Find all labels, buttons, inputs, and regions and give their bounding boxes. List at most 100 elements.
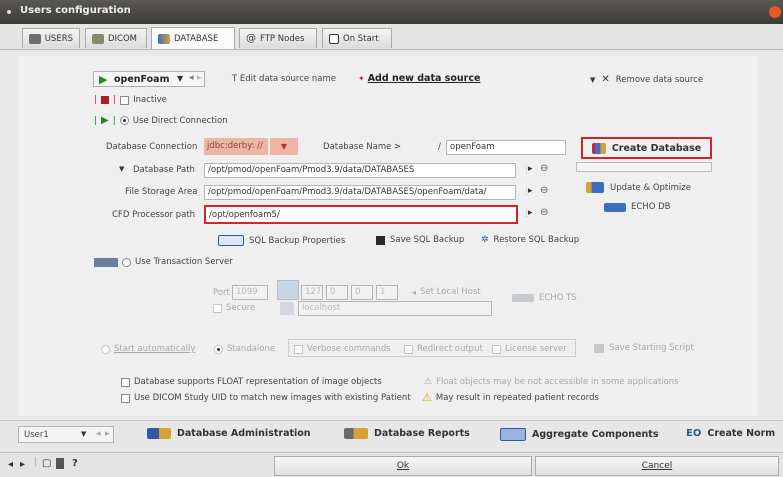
- redirect-option[interactable]: Redirect output: [404, 344, 483, 354]
- reset-icon[interactable]: ⊖: [540, 207, 548, 218]
- tab-users[interactable]: USERS: [22, 28, 80, 48]
- ok-button[interactable]: Ok: [274, 456, 532, 476]
- license-option[interactable]: License server: [492, 344, 567, 354]
- document-icon[interactable]: [56, 458, 64, 469]
- server-icon: [94, 257, 118, 267]
- db-connection-field[interactable]: jdbc:derby: //: [204, 138, 268, 155]
- transaction-server-radio[interactable]: [122, 257, 131, 267]
- dicom-uid-warning: ⚠ May result in repeated patient records: [422, 391, 599, 404]
- prev-arrow-icon[interactable]: ◂: [189, 73, 194, 83]
- standalone-radio[interactable]: [214, 344, 223, 354]
- restore-sql-backup-button[interactable]: ✲ Restore SQL Backup: [481, 235, 579, 245]
- at-sign-icon: @: [246, 33, 256, 44]
- start-automatically-option[interactable]: Start automatically: [101, 344, 195, 354]
- standalone-option[interactable]: Standalone: [214, 344, 275, 354]
- ip-octet-4[interactable]: 1: [376, 285, 398, 300]
- back-arrow-icon[interactable]: ◂: [8, 459, 13, 470]
- port-field[interactable]: 1099: [232, 285, 268, 300]
- collapse-arrow-icon[interactable]: ▼: [119, 165, 124, 173]
- close-icon[interactable]: [769, 6, 781, 18]
- file-storage-label: File Storage Area: [125, 187, 198, 197]
- window-title: Users configuration: [20, 5, 131, 16]
- browse-arrow-icon[interactable]: ▸: [528, 208, 533, 218]
- echo-db-button[interactable]: ECHO DB: [604, 202, 670, 212]
- license-checkbox[interactable]: [492, 344, 501, 354]
- stop-icon: [101, 96, 110, 104]
- datasource-select[interactable]: ▶ openFoam ▼ ◂ ▸: [93, 71, 205, 87]
- aggregate-components-button[interactable]: Aggregate Components: [500, 428, 658, 441]
- window-icon[interactable]: ▢: [42, 458, 51, 469]
- edit-datasource-name-button[interactable]: T Edit data source name: [232, 74, 336, 84]
- reset-icon[interactable]: ⊖: [540, 163, 548, 174]
- bottom-toolbar: User1 ▼ ◂ ▸ Database Administration Data…: [0, 420, 783, 450]
- database-icon: [158, 33, 170, 44]
- inactive-checkbox[interactable]: [120, 95, 130, 105]
- db-admin-icon: [147, 428, 171, 439]
- db-connection-label: Database Connection: [106, 142, 198, 152]
- file-storage-field[interactable]: /opt/pmod/openFoam/Pmod3.9/data/DATABASE…: [204, 185, 516, 200]
- host-icon: [277, 280, 299, 300]
- db-connection-dropdown[interactable]: ▼: [270, 138, 298, 155]
- db-path-field[interactable]: /opt/pmod/openFoam/Pmod3.9/data/DATABASE…: [204, 163, 516, 178]
- prev-arrow-icon[interactable]: ◂: [96, 429, 101, 439]
- port-label: Port: [213, 288, 230, 298]
- dicom-uid-checkbox[interactable]: [121, 393, 130, 403]
- echo-icon: [512, 294, 534, 302]
- reset-icon[interactable]: ⊖: [540, 185, 548, 196]
- secure-checkbox[interactable]: [213, 303, 222, 313]
- inactive-option[interactable]: | | Inactive: [94, 95, 167, 105]
- dicom-uid-option[interactable]: Use DICOM Study UID to match new images …: [121, 393, 411, 403]
- save-starting-script-button[interactable]: Save Starting Script: [594, 343, 694, 353]
- cfd-path-field[interactable]: /opt/openfoam5/: [204, 205, 518, 224]
- transaction-server-option[interactable]: Use Transaction Server: [94, 257, 233, 267]
- ip-octet-2[interactable]: 0: [326, 285, 348, 300]
- redirect-checkbox[interactable]: [404, 344, 413, 354]
- float-warning: ⚠ Float objects may be not accessible in…: [424, 377, 679, 387]
- database-reports-button[interactable]: Database Reports: [344, 428, 470, 439]
- help-button[interactable]: ?: [72, 458, 78, 469]
- remove-datasource-button[interactable]: ▼ ✕ Remove data source: [590, 74, 703, 85]
- tab-dicom[interactable]: DICOM: [85, 28, 147, 48]
- db-reports-icon: [344, 428, 368, 439]
- verbose-option[interactable]: Verbose commands: [294, 344, 391, 354]
- user-select[interactable]: User1 ▼ ◂ ▸: [18, 426, 114, 443]
- localhost-icon: [280, 302, 294, 315]
- localhost-field[interactable]: localhost: [298, 301, 492, 316]
- ip-octet-1[interactable]: 127: [301, 285, 323, 300]
- browse-arrow-icon[interactable]: ▸: [528, 186, 533, 196]
- datasource-value: openFoam: [114, 74, 170, 85]
- update-icon: [586, 182, 604, 193]
- browse-arrow-icon[interactable]: ▸: [528, 164, 533, 174]
- cancel-button[interactable]: Cancel: [535, 456, 779, 476]
- window-menu-icon[interactable]: [7, 10, 11, 14]
- add-icon: ✦: [358, 74, 365, 83]
- update-optimize-button[interactable]: Update & Optimize: [586, 182, 691, 193]
- ip-octet-3[interactable]: 0: [351, 285, 373, 300]
- start-automatically-radio[interactable]: [101, 344, 110, 354]
- direct-connection-option[interactable]: | ▶ | Use Direct Connection: [94, 115, 228, 126]
- db-name-field[interactable]: openFoam: [446, 140, 566, 155]
- progress-bar: [576, 162, 712, 172]
- direct-connection-radio[interactable]: [119, 116, 129, 125]
- secure-option[interactable]: Secure: [213, 303, 255, 313]
- forward-arrow-icon[interactable]: ▸: [20, 459, 25, 470]
- create-database-button[interactable]: Create Database: [584, 140, 709, 156]
- next-arrow-icon[interactable]: ▸: [105, 429, 110, 439]
- verbose-checkbox[interactable]: [294, 344, 303, 354]
- save-sql-backup-button[interactable]: Save SQL Backup: [376, 235, 464, 245]
- float-checkbox[interactable]: [121, 377, 130, 387]
- dicom-icon: [92, 33, 104, 44]
- tab-on-start[interactable]: On Start: [322, 28, 392, 48]
- sql-backup-properties-button[interactable]: SQL Backup Properties: [218, 235, 345, 246]
- set-local-host-button[interactable]: ◂ Set Local Host: [412, 287, 481, 297]
- float-option[interactable]: Database supports FLOAT representation o…: [121, 377, 382, 387]
- create-norm-button[interactable]: EO Create Norm: [686, 428, 775, 439]
- add-datasource-button[interactable]: ✦ Add new data source: [358, 73, 480, 84]
- database-administration-button[interactable]: Database Administration: [147, 428, 311, 439]
- tab-database[interactable]: DATABASE: [151, 27, 235, 49]
- tab-bar: USERS DICOM DATABASE @ FTP Nodes On Star…: [0, 24, 783, 50]
- echo-ts-button[interactable]: ECHO TS: [512, 293, 577, 303]
- user-select-value: User1: [24, 430, 49, 440]
- next-arrow-icon[interactable]: ▸: [197, 73, 202, 83]
- tab-ftp-nodes[interactable]: @ FTP Nodes: [239, 28, 317, 48]
